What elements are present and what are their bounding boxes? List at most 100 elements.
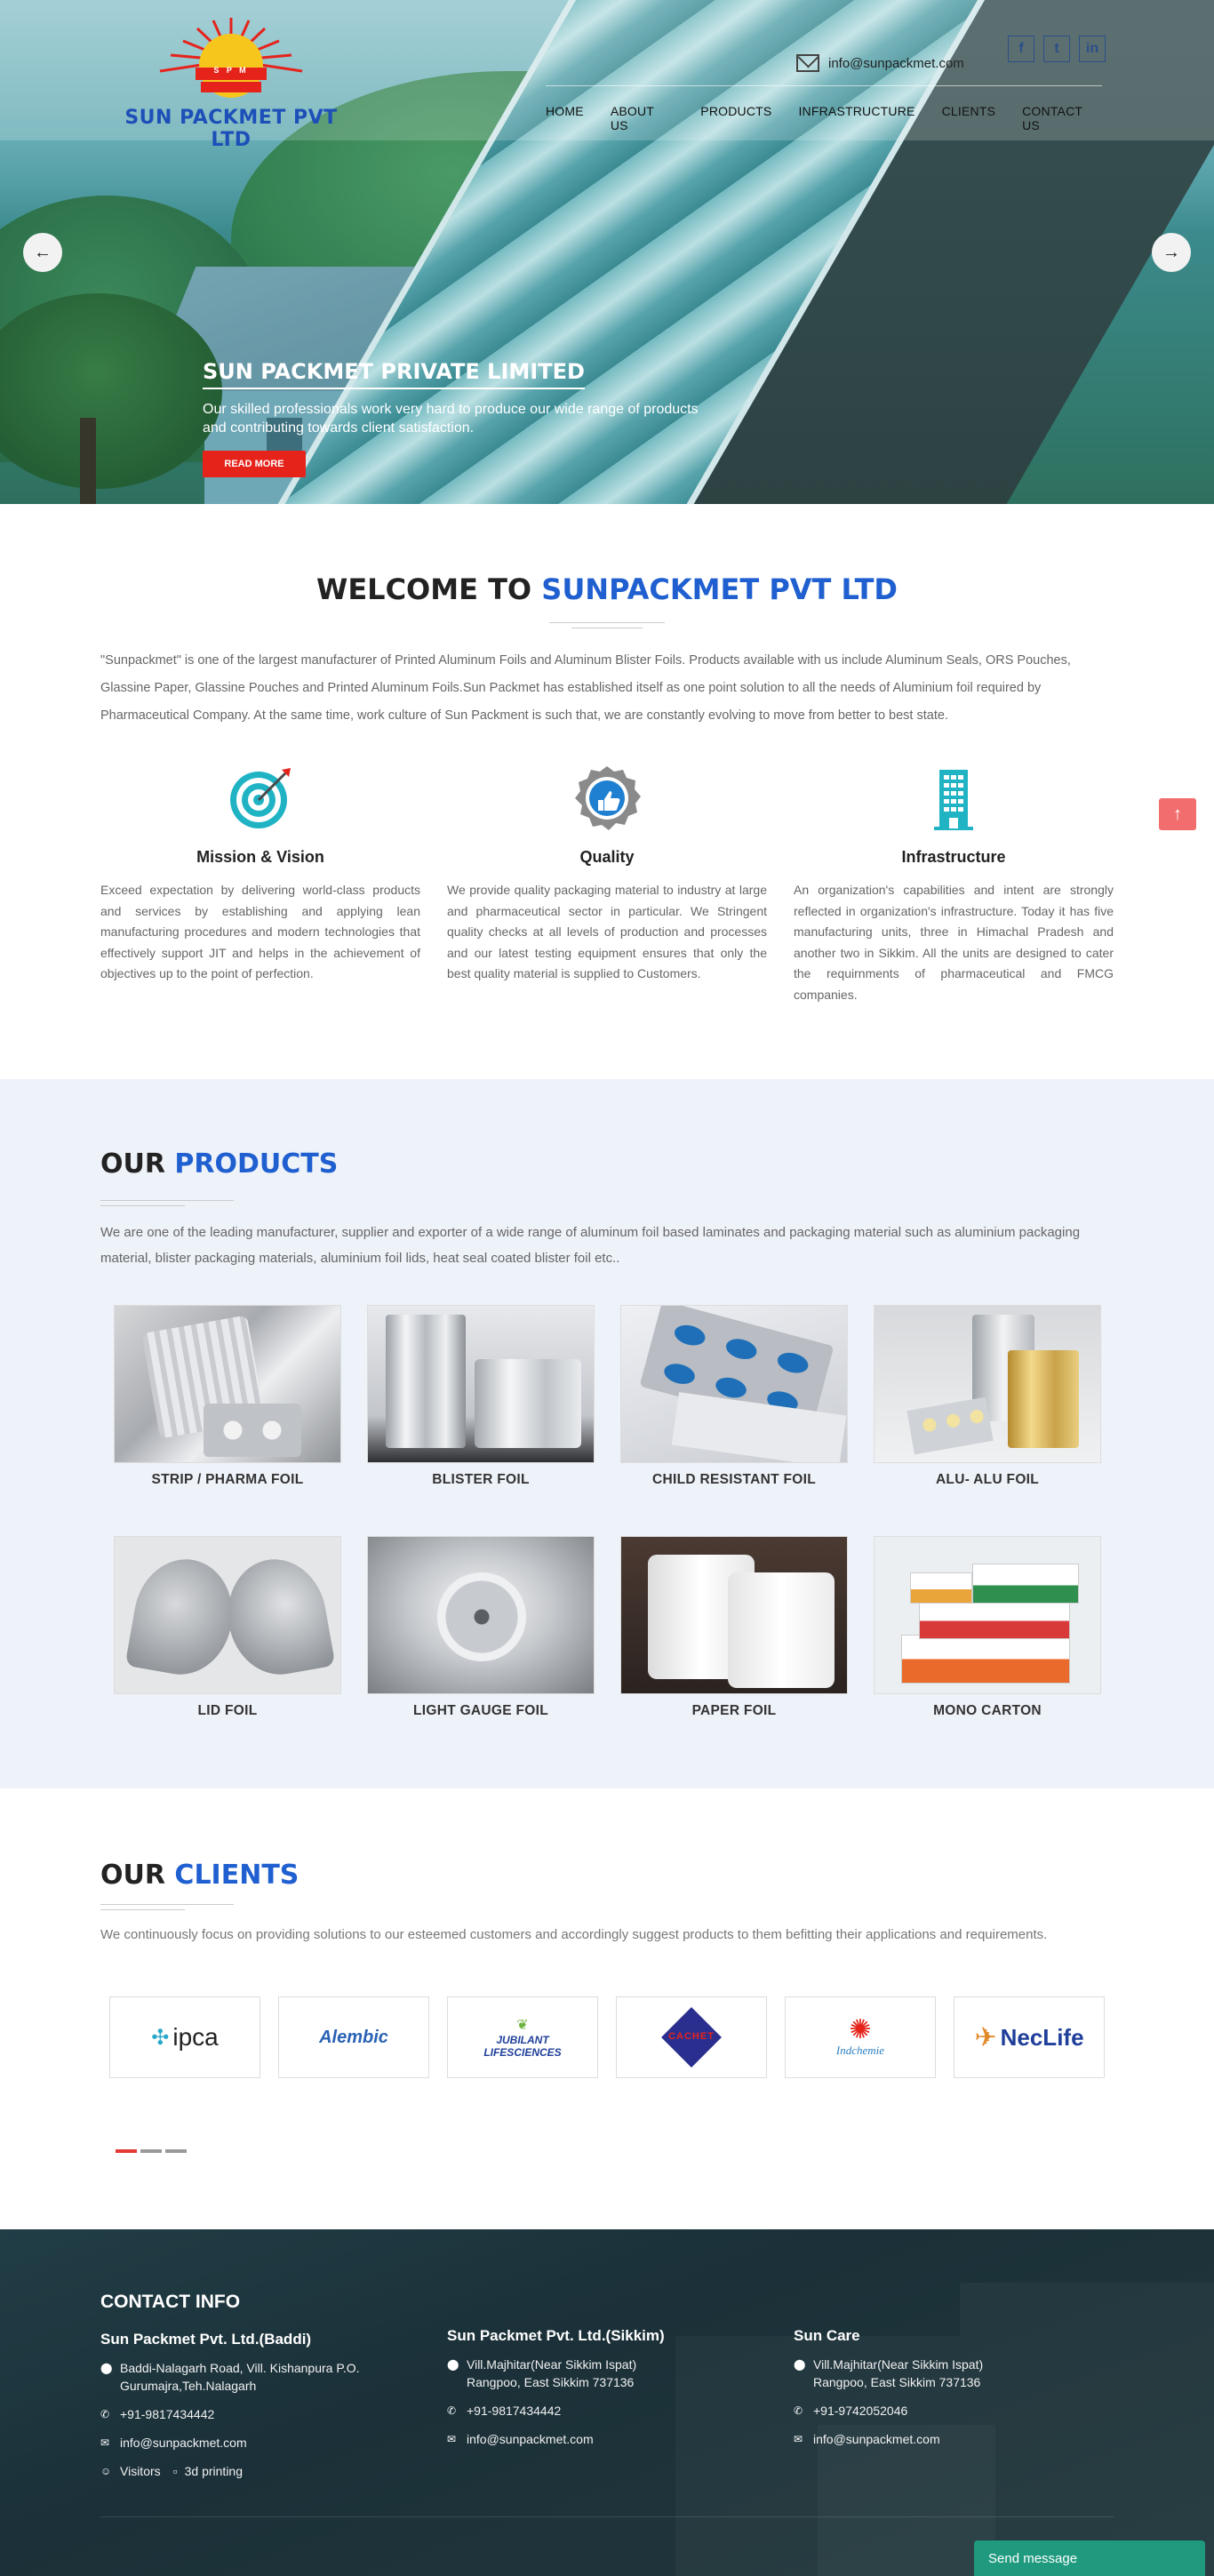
carousel-dot[interactable] xyxy=(116,2149,137,2153)
footer: CONTACT INFO Sun Packmet Pvt. Ltd.(Baddi… xyxy=(0,2229,1214,2576)
nav-infrastructure[interactable]: INFRASTRUCTURE xyxy=(798,104,914,132)
client-logo-ipca[interactable]: ✣ ipca xyxy=(109,1996,260,2078)
product-label: CHILD RESISTANT FOIL xyxy=(652,1472,816,1487)
contact-info-heading: CONTACT INFO xyxy=(100,2292,241,2312)
office-phone[interactable]: ✆ +91-9817434442 xyxy=(447,2402,749,2420)
product-label: STRIP / PHARMA FOIL xyxy=(151,1472,304,1487)
products-title: OUR PRODUCTS xyxy=(100,1148,338,1180)
broken-image-icon: ▫ xyxy=(172,2464,178,2478)
product-label: LID FOIL xyxy=(197,1703,258,1718)
address-text: Vill.Majhitar(Near Sikkim Ispat) Rangpoo… xyxy=(813,2357,984,2389)
welcome-title-blue: SUNPACKMET PVT LTD xyxy=(541,572,898,606)
feature-title: Mission & Vision xyxy=(196,848,324,866)
nav-about-us[interactable]: ABOUT US xyxy=(611,104,674,132)
welcome-title: WELCOME TO SUNPACKMET PVT LTD xyxy=(0,572,1214,606)
footer-column-sun-care: Sun Care ⬤ Vill.Majhitar(Near Sikkim Isp… xyxy=(794,2327,1096,2459)
building-icon xyxy=(934,770,973,830)
office-name: Sun Packmet Pvt. Ltd.(Sikkim) xyxy=(447,2327,665,2344)
user-icon: ☺ xyxy=(100,2465,112,2477)
map-pin-icon: ⬤ xyxy=(794,2358,806,2371)
clients-title-blue: CLIENTS xyxy=(174,1860,300,1891)
office-email[interactable]: ✉ info@sunpackmet.com xyxy=(100,2434,403,2452)
map-pin-icon: ⬤ xyxy=(100,2362,113,2374)
product-image xyxy=(620,1536,848,1694)
twitter-icon[interactable]: t xyxy=(1043,36,1070,62)
product-image xyxy=(620,1305,848,1463)
footer-column-baddi: Sun Packmet Pvt. Ltd.(Baddi) ⬤ Baddi-Nal… xyxy=(100,2331,403,2491)
indchemie-mark-icon: ✺ xyxy=(849,2015,872,2044)
logo-text: SUN PACKMET PVT LTD xyxy=(124,107,338,151)
product-label: MONO CARTON xyxy=(933,1703,1042,1718)
client-logo-jubilant[interactable]: ❦ JUBILANT LIFESCIENCES xyxy=(447,1996,598,2078)
email-text: info@sunpackmet.com xyxy=(467,2432,594,2446)
carousel-dot[interactable] xyxy=(140,2149,162,2153)
sun-logo-icon xyxy=(159,18,303,98)
office-name: Sun Care xyxy=(794,2327,860,2344)
product-image xyxy=(874,1305,1101,1463)
slider-next-button[interactable]: → xyxy=(1152,233,1191,272)
nav-products[interactable]: PRODUCTS xyxy=(700,104,771,132)
product-image xyxy=(367,1536,595,1694)
envelope-icon: ✉ xyxy=(794,2433,803,2445)
product-label: ALU- ALU FOIL xyxy=(935,1472,1040,1487)
office-name: Sun Packmet Pvt. Ltd.(Baddi) xyxy=(100,2331,312,2348)
client-logo-indchemie[interactable]: ✺ Indchemie xyxy=(785,1996,936,2078)
product-image xyxy=(367,1305,595,1463)
linkedin-icon[interactable]: in xyxy=(1079,36,1106,62)
facebook-icon[interactable]: f xyxy=(1008,36,1034,62)
footer-divider xyxy=(100,2516,1114,2517)
product-image xyxy=(114,1305,341,1463)
client-logo-text: ipca xyxy=(172,2023,219,2051)
phone-text: +91-9817434442 xyxy=(467,2404,562,2418)
product-label: PAPER FOIL xyxy=(691,1703,777,1718)
header-email[interactable]: info@sunpackmet.com xyxy=(796,52,964,75)
products-title-blue: PRODUCTS xyxy=(174,1148,339,1180)
welcome-title-dark: WELCOME TO xyxy=(316,572,542,606)
phone-text: +91-9742052046 xyxy=(813,2404,908,2418)
office-phone[interactable]: ✆ +91-9742052046 xyxy=(794,2402,1096,2420)
product-image xyxy=(874,1536,1101,1694)
site-logo[interactable]: S P M SUN PACKMET PVT LTD xyxy=(107,16,355,151)
feature-title: Quality xyxy=(579,848,635,866)
products-divider xyxy=(100,1200,234,1209)
product-image xyxy=(114,1536,341,1694)
client-logo-text: Indchemie xyxy=(835,2044,885,2057)
office-email[interactable]: ✉ info@sunpackmet.com xyxy=(447,2430,749,2448)
nav-contact-us[interactable]: CONTACT US xyxy=(1022,104,1102,132)
client-logo-text: CACHET xyxy=(668,2031,715,2042)
office-email[interactable]: ✉ info@sunpackmet.com xyxy=(794,2430,1096,2448)
office-address: ⬤ Vill.Majhitar(Near Sikkim Ispat) Rangp… xyxy=(794,2356,1096,2391)
carousel-dot[interactable] xyxy=(165,2149,187,2153)
envelope-icon: ✉ xyxy=(447,2433,457,2445)
ipca-mark-icon: ✣ xyxy=(151,2025,170,2050)
client-logo-alembic[interactable]: Alembic xyxy=(278,1996,429,2078)
visitors-counter: ☺ Visitors ▫ 3d printing xyxy=(100,2462,403,2480)
slider-prev-button[interactable]: ← xyxy=(23,233,62,272)
clients-title: OUR CLIENTS xyxy=(100,1860,299,1891)
jubilant-leaf-icon: ❦ xyxy=(516,2018,529,2033)
page: S P M SUN PACKMET PVT LTD info@sunpackme… xyxy=(0,0,1214,2576)
scroll-to-top-button[interactable]: ↑ xyxy=(1159,798,1196,830)
products-text: We are one of the leading manufacturer, … xyxy=(100,1225,1081,1266)
phone-icon: ✆ xyxy=(794,2404,803,2417)
phone-text: +91-9817434442 xyxy=(120,2407,215,2421)
nav-clients[interactable]: CLIENTS xyxy=(942,104,996,132)
map-pin-icon: ⬤ xyxy=(447,2358,459,2371)
arrow-up-icon: ↑ xyxy=(1173,804,1182,824)
phone-icon: ✆ xyxy=(100,2408,110,2420)
read-more-button[interactable]: READ MORE xyxy=(203,451,306,477)
feature-text: Exceed expectation by delivering world-c… xyxy=(100,883,420,980)
client-logo-neclife[interactable]: ✈ NecLife xyxy=(954,1996,1105,2078)
clients-carousel-dots xyxy=(116,2149,187,2153)
address-text: Baddi-Nalagarh Road, Vill. Kishanpura P.… xyxy=(120,2361,360,2393)
client-logo-cachet[interactable]: CACHET xyxy=(616,1996,767,2078)
visitors-label: Visitors xyxy=(120,2464,161,2478)
products-title-dark: OUR xyxy=(100,1148,175,1180)
nav-home[interactable]: HOME xyxy=(546,104,584,132)
products-section: OUR PRODUCTS We are one of the leading m… xyxy=(0,1079,1214,1788)
office-phone[interactable]: ✆ +91-9817434442 xyxy=(100,2405,403,2423)
clients-divider xyxy=(100,1904,234,1913)
client-logo-text: JUBILANT LIFESCIENCES xyxy=(483,2034,562,2059)
envelope-icon xyxy=(796,54,819,72)
send-message-chat-button[interactable]: Send message xyxy=(974,2540,1205,2576)
